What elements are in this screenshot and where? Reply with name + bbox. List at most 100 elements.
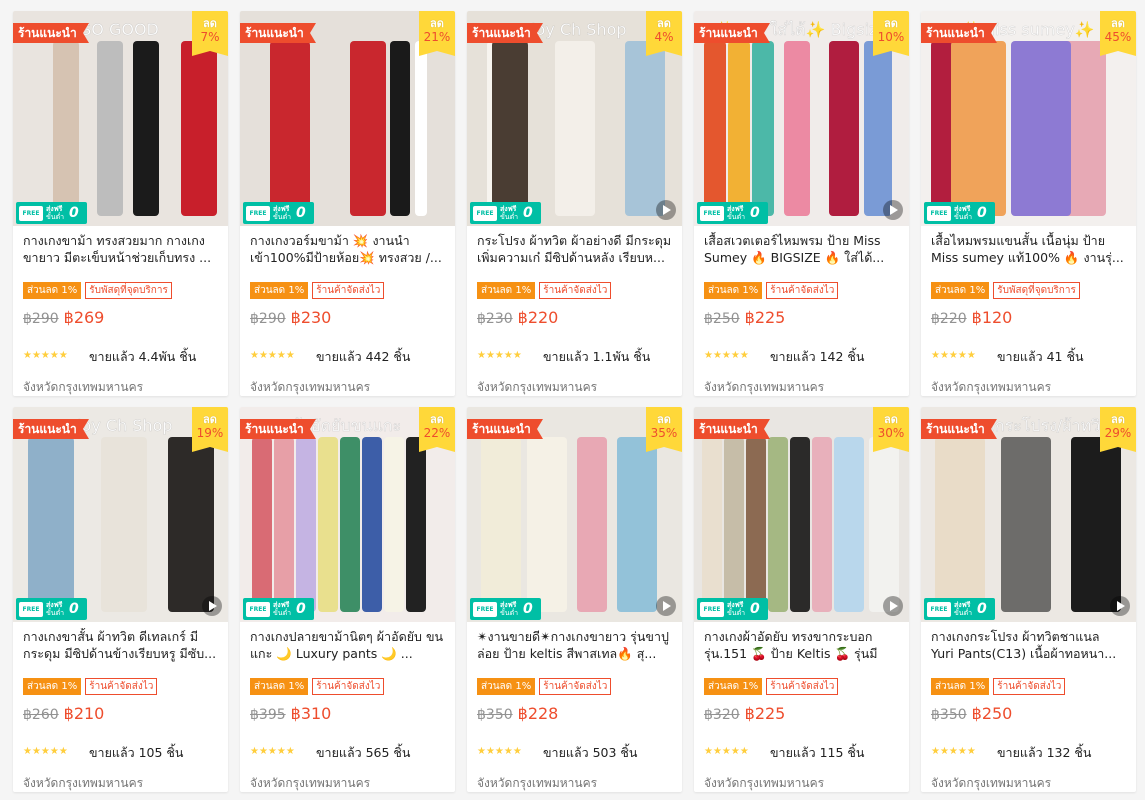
- product-card[interactable]: ร้านแนะนำ ลด 35% FREE ส่งฟรี ขั้นต่ำ 0 ✴งานขายด…: [467, 407, 682, 792]
- product-info: กางเกงขาม้า ทรงสวยมาก กางเกงขายาว มีตะเข…: [13, 226, 228, 396]
- discount-value: 19%: [196, 426, 224, 440]
- rating-stars: ★★★★★: [931, 350, 976, 361]
- product-image[interactable]: ✨ช/ญ ใส่ได้✨ Bigsize ร้านแนะนำ ลด 10% FREE ส่…: [694, 11, 909, 226]
- free-shipping-logo: 0: [296, 601, 306, 617]
- free-shipping-text: ส่งฟรี ขั้นต่ำ: [727, 601, 749, 617]
- product-card[interactable]: Ploy Ch Shop ร้านแนะนำ ลด 4% FREE ส่งฟรี ขั้นต…: [467, 11, 682, 396]
- play-icon[interactable]: [1110, 596, 1130, 616]
- product-info: เสื้อไหมพรมแขนสั้น เนื้อนุ่ม ป้าย Miss s…: [921, 226, 1136, 396]
- product-title[interactable]: กางเกงขาม้า ทรงสวยมาก กางเกงขายาว มีตะเข…: [23, 232, 218, 266]
- free-shipping-line2: ขั้นต่ำ: [273, 213, 292, 221]
- play-icon[interactable]: [656, 596, 676, 616]
- discount-value: 7%: [200, 30, 220, 44]
- discount-value: 30%: [877, 426, 905, 440]
- free-shipping-line1: ส่งฟรี: [46, 601, 63, 609]
- product-info: ✴งานขายดี✴กางเกงขายาว รุ่นขาปูล่อย ป้าย …: [467, 622, 682, 792]
- discount-chip: ส่วนลด 1%: [704, 282, 763, 299]
- truck-icon: FREE: [19, 601, 43, 617]
- product-card[interactable]: ผ้าอัดยับขนแกะ ร้านแนะนำ ลด 22% FREE ส่งฟรี ขั…: [240, 407, 455, 792]
- product-card[interactable]: กางเกงกระโปรง/ผ้าทวิต ร้านแนะนำ ลด 29% FREE ส…: [921, 407, 1136, 792]
- shop-location: จังหวัดกรุงเทพมหานคร: [704, 380, 825, 394]
- shop-location: จังหวัดกรุงเทพมหานคร: [704, 776, 825, 790]
- product-title[interactable]: กางเกงปลายขาม้านิตๆ ผ้าอัดยับ ขนแกะ 🌙 Lu…: [250, 628, 445, 662]
- free-shipping-line2: ขั้นต่ำ: [273, 609, 292, 617]
- product-image[interactable]: ร้านแนะนำ ลด 21% FREE ส่งฟรี ขั้นต่ำ 0: [240, 11, 455, 226]
- product-info: กระโปรง ผ้าทวิต ผ้าอย่างดี มีกระดุมเพิ่ม…: [467, 226, 682, 396]
- play-icon[interactable]: [883, 596, 903, 616]
- product-card[interactable]: ✨Miss sumey✨ ร้านแนะนำ ลด 45% FREE ส่งฟรี ขั้น…: [921, 11, 1136, 396]
- product-title[interactable]: กางเกงผ้าอัดยับ ทรงขากระบอก รุ่น.151 🍒 ป…: [704, 628, 899, 662]
- recommended-badge: ร้านแนะนำ: [467, 23, 543, 43]
- product-image[interactable]: กางเกงกระโปรง/ผ้าทวิต ร้านแนะนำ ลด 29% FREE ส…: [921, 407, 1136, 622]
- original-price: ฿320: [704, 707, 740, 723]
- product-image[interactable]: Ploy Ch Shop ร้านแนะนำ ลด 19% FREE ส่งฟรี ขั้น…: [13, 407, 228, 622]
- free-shipping-logo: 0: [750, 205, 760, 221]
- product-image[interactable]: ร้านแนะนำ ลด 30% FREE ส่งฟรี ขั้นต่ำ 0: [694, 407, 909, 622]
- sold-count: ขายแล้ว 115 ชิ้น: [770, 745, 865, 760]
- price-row: ฿250 ฿225: [704, 308, 785, 327]
- price-row: ฿350 ฿250: [931, 704, 1012, 723]
- recommended-badge: ร้านแนะนำ: [13, 23, 89, 43]
- product-card[interactable]: SO GOOD ร้านแนะนำ ลด 7% FREE ส่งฟรี ขั้นต่ำ 0 กา…: [13, 11, 228, 396]
- product-title[interactable]: กางเกงขาสั้น ผ้าทวิต ดีเทลเกร์ มีกระดุม …: [23, 628, 218, 662]
- product-image[interactable]: ผ้าอัดยับขนแกะ ร้านแนะนำ ลด 22% FREE ส่งฟรี ขั…: [240, 407, 455, 622]
- product-image[interactable]: Ploy Ch Shop ร้านแนะนำ ลด 4% FREE ส่งฟรี ขั้นต…: [467, 11, 682, 226]
- rating-stars: ★★★★★: [23, 350, 68, 361]
- free-shipping-badge: FREE ส่งฟรี ขั้นต่ำ 0: [697, 202, 768, 224]
- sale-price: ฿225: [744, 308, 786, 327]
- free-shipping-badge: FREE ส่งฟรี ขั้นต่ำ 0: [924, 202, 995, 224]
- free-shipping-text: ส่งฟรี ขั้นต่ำ: [500, 601, 522, 617]
- discount-label: ลด: [884, 413, 898, 426]
- service-chip: ร้านค้าจัดส่งไว: [85, 678, 158, 695]
- sold-count: ขายแล้ว 442 ชิ้น: [316, 349, 411, 364]
- product-title[interactable]: กระโปรง ผ้าทวิต ผ้าอย่างดี มีกระดุมเพิ่ม…: [477, 232, 672, 266]
- free-shipping-logo: 0: [296, 205, 306, 221]
- free-shipping-badge: FREE ส่งฟรี ขั้นต่ำ 0: [16, 202, 87, 224]
- product-chips: ส่วนลด 1% ร้านค้าจัดส่งไว: [250, 282, 385, 299]
- product-card[interactable]: ✨ช/ญ ใส่ได้✨ Bigsize ร้านแนะนำ ลด 10% FREE ส่…: [694, 11, 909, 396]
- product-card[interactable]: ร้านแนะนำ ลด 30% FREE ส่งฟรี ขั้นต่ำ 0 กางเกงผ้…: [694, 407, 909, 792]
- recommended-badge: ร้านแนะนำ: [240, 419, 316, 439]
- discount-label: ลด: [203, 413, 217, 426]
- product-image[interactable]: ร้านแนะนำ ลด 35% FREE ส่งฟรี ขั้นต่ำ 0: [467, 407, 682, 622]
- play-icon[interactable]: [202, 596, 222, 616]
- original-price: ฿220: [931, 311, 967, 327]
- discount-chip: ส่วนลด 1%: [250, 282, 309, 299]
- free-shipping-text: ส่งฟรี ขั้นต่ำ: [954, 205, 976, 221]
- free-shipping-text: ส่งฟรี ขั้นต่ำ: [727, 205, 749, 221]
- sale-price: ฿250: [971, 704, 1013, 723]
- discount-chip: ส่วนลด 1%: [931, 678, 990, 695]
- product-image[interactable]: ✨Miss sumey✨ ร้านแนะนำ ลด 45% FREE ส่งฟรี ขั้น…: [921, 11, 1136, 226]
- play-icon[interactable]: [883, 200, 903, 220]
- discount-value: 35%: [650, 426, 678, 440]
- product-card[interactable]: Ploy Ch Shop ร้านแนะนำ ลด 19% FREE ส่งฟรี ขั้น…: [13, 407, 228, 792]
- original-price: ฿290: [23, 311, 59, 327]
- play-icon[interactable]: [656, 200, 676, 220]
- free-shipping-text: ส่งฟรี ขั้นต่ำ: [46, 601, 68, 617]
- product-image[interactable]: SO GOOD ร้านแนะนำ ลด 7% FREE ส่งฟรี ขั้นต่ำ 0: [13, 11, 228, 226]
- rating-stars: ★★★★★: [250, 350, 295, 361]
- shop-location: จังหวัดกรุงเทพมหานคร: [23, 380, 144, 394]
- free-shipping-logo: 0: [69, 205, 79, 221]
- product-title[interactable]: เสื้อสเวตเตอร์ไหมพรม ป้าย Miss Sumey 🔥 B…: [704, 232, 899, 266]
- free-shipping-logo: 0: [523, 205, 533, 221]
- product-title[interactable]: กางเกงกระโปรง ผ้าทวิตชาแนล Yuri Pants(C1…: [931, 628, 1126, 662]
- product-title[interactable]: ✴งานขายดี✴กางเกงขายาว รุ่นขาปูล่อย ป้าย …: [477, 628, 672, 662]
- truck-icon: FREE: [19, 205, 43, 221]
- product-chips: ส่วนลด 1% ร้านค้าจัดส่งไว: [250, 678, 385, 695]
- image-overlay-text: SO GOOD: [81, 20, 159, 39]
- sold-count: ขายแล้ว 1.1พัน ชิ้น: [543, 349, 651, 364]
- product-chips: ส่วนลด 1% ร้านค้าจัดส่งไว: [704, 282, 839, 299]
- original-price: ฿230: [477, 311, 513, 327]
- recommended-badge: ร้านแนะนำ: [467, 419, 543, 439]
- discount-chip: ส่วนลด 1%: [477, 282, 536, 299]
- product-title[interactable]: กางเกงวอร์มขาม้า 💥 งานนำเข้า100%มีป้ายห้…: [250, 232, 445, 266]
- discount-label: ลด: [884, 17, 898, 30]
- product-title[interactable]: เสื้อไหมพรมแขนสั้น เนื้อนุ่ม ป้าย Miss s…: [931, 232, 1126, 266]
- service-chip: ร้านค้าจัดส่งไว: [993, 678, 1066, 695]
- free-shipping-badge: FREE ส่งฟรี ขั้นต่ำ 0: [697, 598, 768, 620]
- discount-value: 4%: [654, 30, 674, 44]
- discount-value: 10%: [877, 30, 905, 44]
- sale-price: ฿269: [63, 308, 105, 327]
- product-card[interactable]: ร้านแนะนำ ลด 21% FREE ส่งฟรี ขั้นต่ำ 0 กางเกงวอ…: [240, 11, 455, 396]
